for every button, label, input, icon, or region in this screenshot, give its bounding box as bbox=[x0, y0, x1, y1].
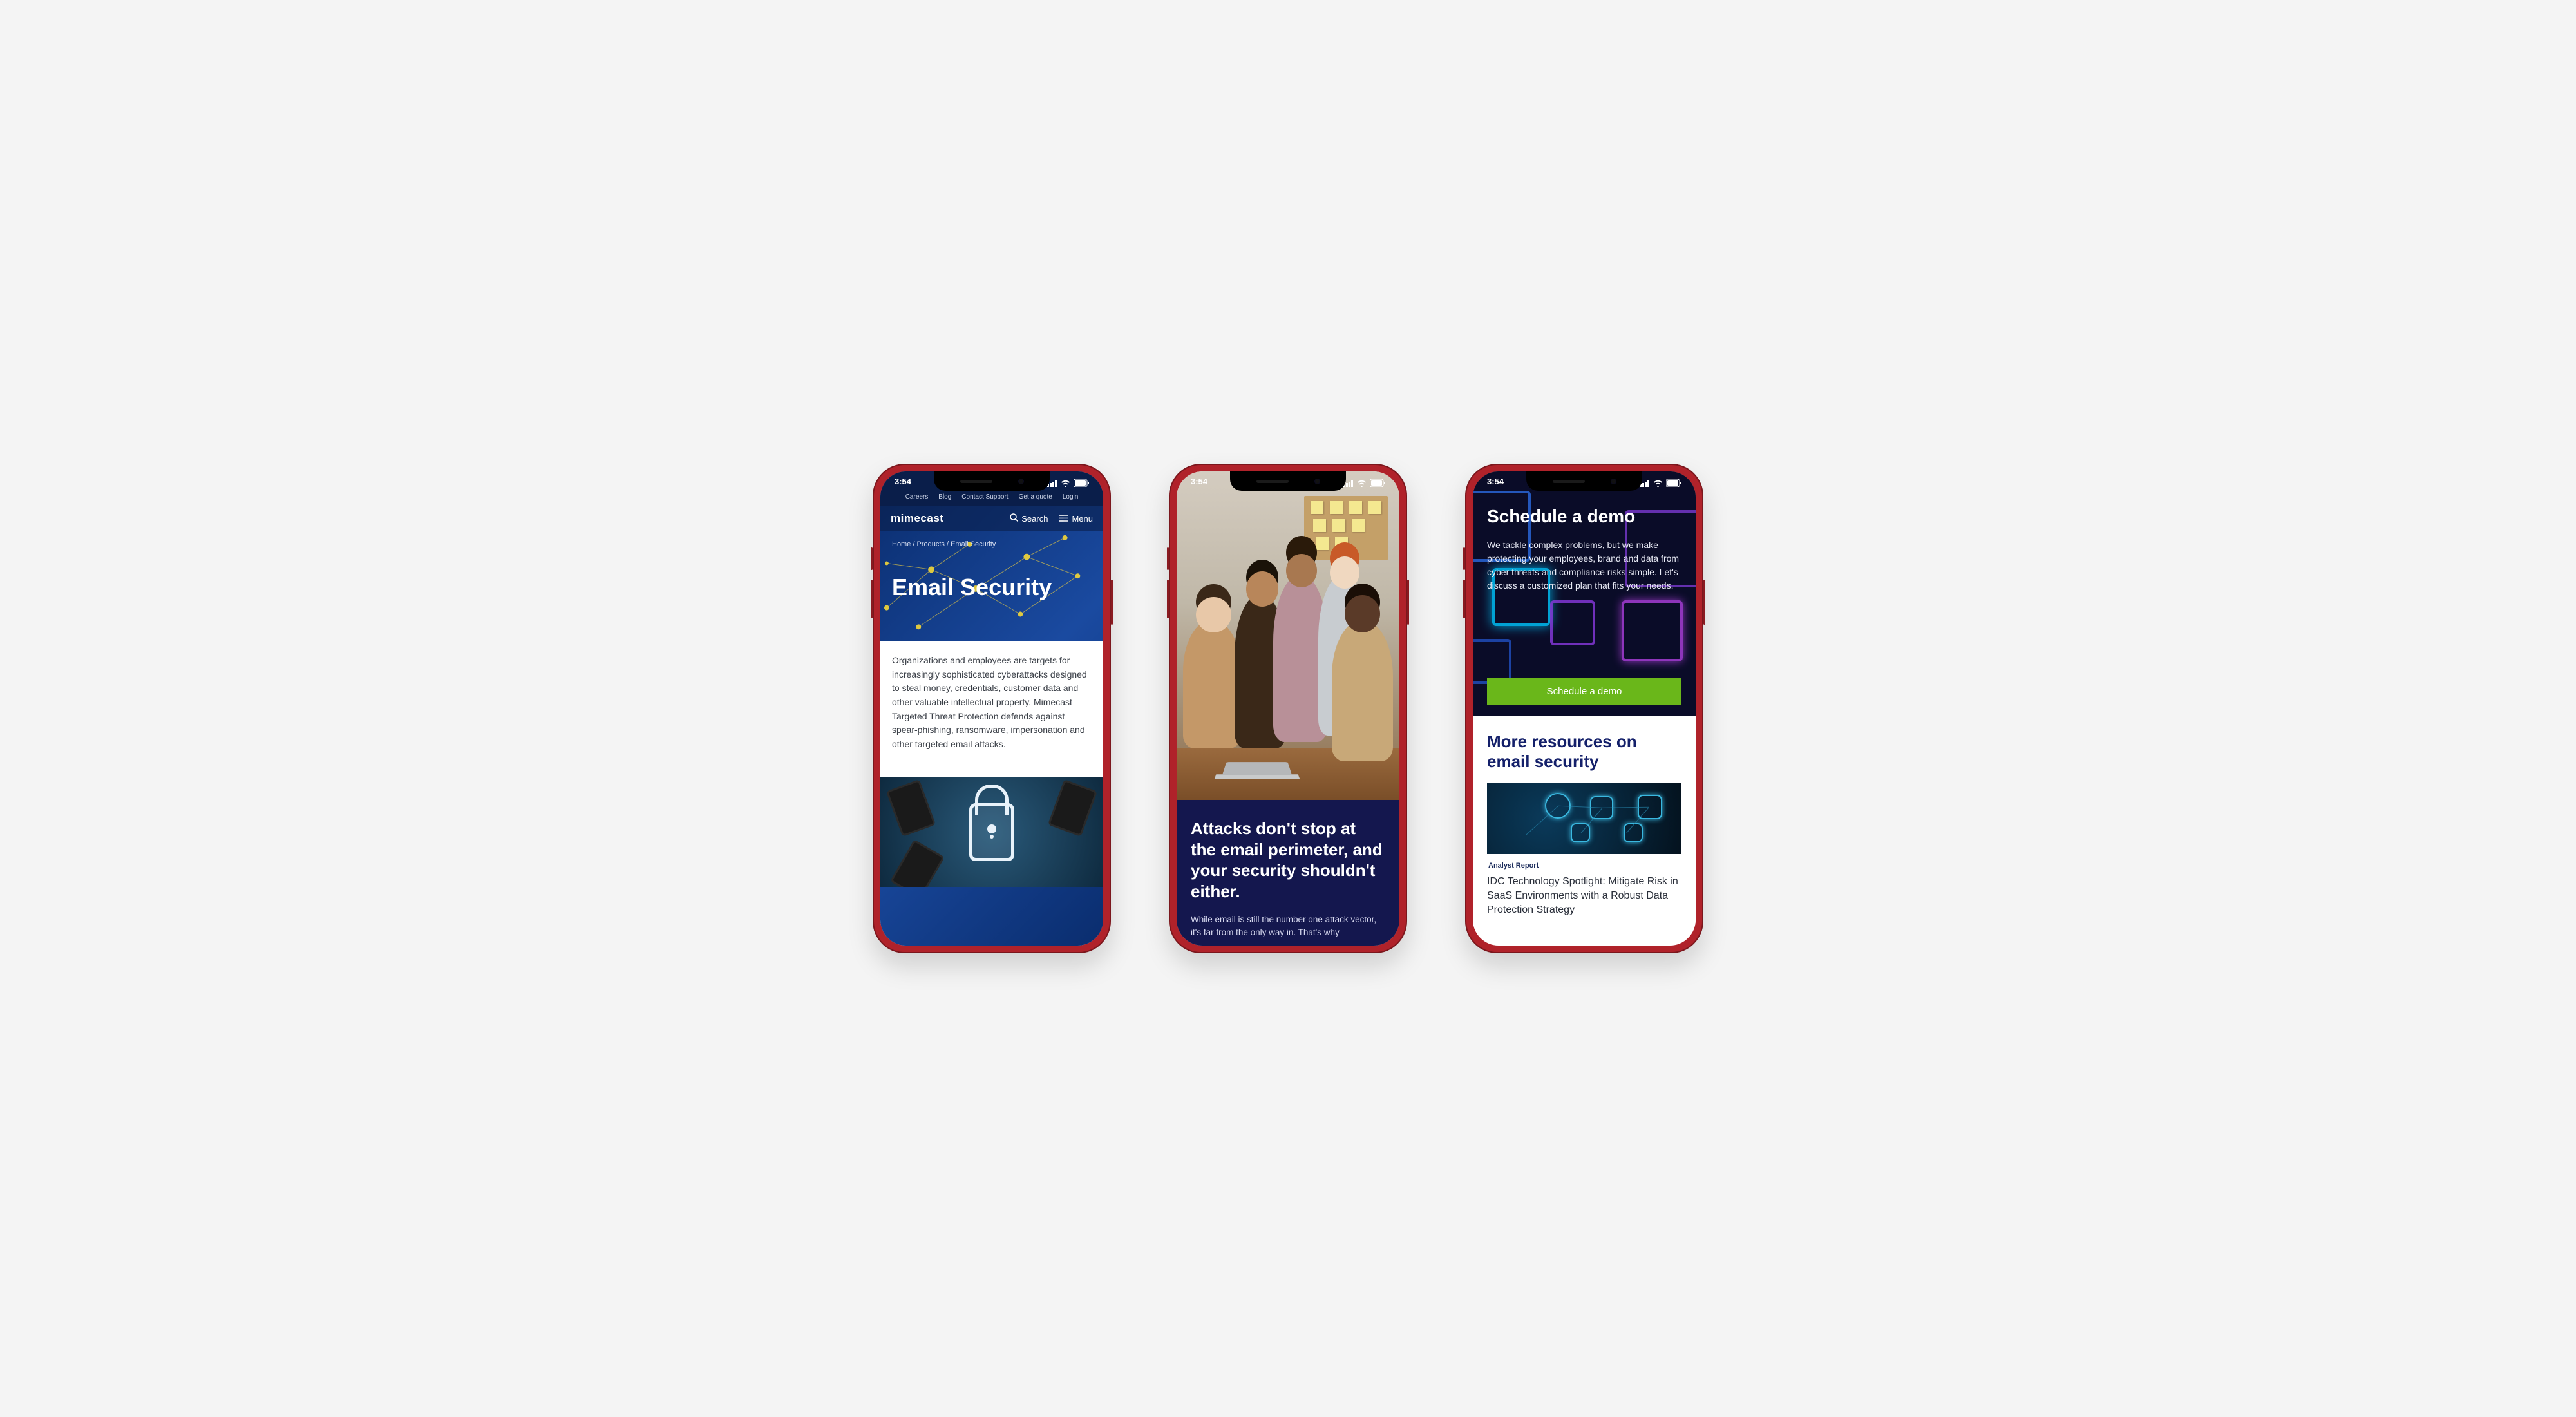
demo-body: We tackle complex problems, but we make … bbox=[1487, 538, 1681, 593]
wifi-icon bbox=[1357, 479, 1367, 489]
battery-icon bbox=[1370, 479, 1385, 489]
phone-notch bbox=[1230, 471, 1346, 491]
status-icons bbox=[1640, 477, 1681, 491]
cork-board bbox=[1304, 496, 1388, 560]
phone-mockup-1: 3:54 Careers Blog Contac bbox=[873, 464, 1111, 953]
battery-icon bbox=[1074, 479, 1089, 489]
schedule-demo-button[interactable]: Schedule a demo bbox=[1487, 678, 1681, 705]
phone-notch bbox=[934, 471, 1050, 491]
resource-card-title: IDC Technology Spotlight: Mitigate Risk … bbox=[1487, 875, 1681, 917]
wifi-icon bbox=[1653, 479, 1663, 489]
main-nav: mimecast Search Menu bbox=[880, 506, 1103, 531]
resources-heading: More resources on email security bbox=[1487, 732, 1681, 772]
resource-card[interactable]: Analyst Report IDC Technology Spotlight:… bbox=[1487, 783, 1681, 917]
wifi-icon bbox=[1061, 479, 1070, 489]
nav-get-quote[interactable]: Get a quote bbox=[1019, 493, 1052, 500]
status-time: 3:54 bbox=[895, 477, 911, 491]
intro-paragraph: Organizations and employees are targets … bbox=[880, 641, 1103, 777]
nav-contact-support[interactable]: Contact Support bbox=[961, 493, 1008, 500]
search-label: Search bbox=[1021, 514, 1048, 524]
nav-blog[interactable]: Blog bbox=[938, 493, 951, 500]
hamburger-icon bbox=[1059, 514, 1068, 524]
phone-notch bbox=[1526, 471, 1642, 491]
page-title: Email Security bbox=[892, 574, 1092, 601]
menu-label: Menu bbox=[1072, 514, 1093, 524]
battery-icon bbox=[1666, 479, 1681, 489]
resource-card-image bbox=[1487, 783, 1681, 854]
nav-careers[interactable]: Careers bbox=[905, 493, 929, 500]
feature-block: Attacks don't stop at the email perimete… bbox=[1177, 800, 1399, 946]
phone-mockup-2: 3:54 bbox=[1169, 464, 1407, 953]
status-time: 3:54 bbox=[1191, 477, 1208, 491]
resource-card-type: Analyst Report bbox=[1488, 862, 1680, 870]
laptop-icon bbox=[1214, 774, 1300, 779]
status-icons bbox=[1343, 477, 1385, 491]
team-photo bbox=[1177, 471, 1399, 800]
nav-login[interactable]: Login bbox=[1063, 493, 1078, 500]
hero-section: Home / Products / Email Security Email S… bbox=[880, 531, 1103, 641]
feature-body: While email is still the number one atta… bbox=[1191, 913, 1385, 940]
search-button[interactable]: Search bbox=[1010, 513, 1048, 524]
menu-button[interactable]: Menu bbox=[1059, 514, 1093, 524]
lock-icon bbox=[969, 803, 1014, 861]
search-icon bbox=[1010, 513, 1018, 524]
demo-heading: Schedule a demo bbox=[1487, 506, 1681, 527]
demo-cta-section: Schedule a demo We tackle complex proble… bbox=[1473, 471, 1696, 716]
phone-showcase: 3:54 Careers Blog Contac bbox=[873, 464, 1703, 953]
feature-heading: Attacks don't stop at the email perimete… bbox=[1191, 818, 1385, 902]
brand-logo[interactable]: mimecast bbox=[891, 512, 943, 525]
resources-section: More resources on email security Analyst… bbox=[1473, 716, 1696, 932]
security-illustration bbox=[880, 777, 1103, 887]
status-time: 3:54 bbox=[1487, 477, 1504, 491]
status-icons bbox=[1047, 477, 1089, 491]
breadcrumb[interactable]: Home / Products / Email Security bbox=[892, 540, 1092, 548]
phone-mockup-3: 3:54 Schedule a demo We tackle complex p bbox=[1465, 464, 1703, 953]
